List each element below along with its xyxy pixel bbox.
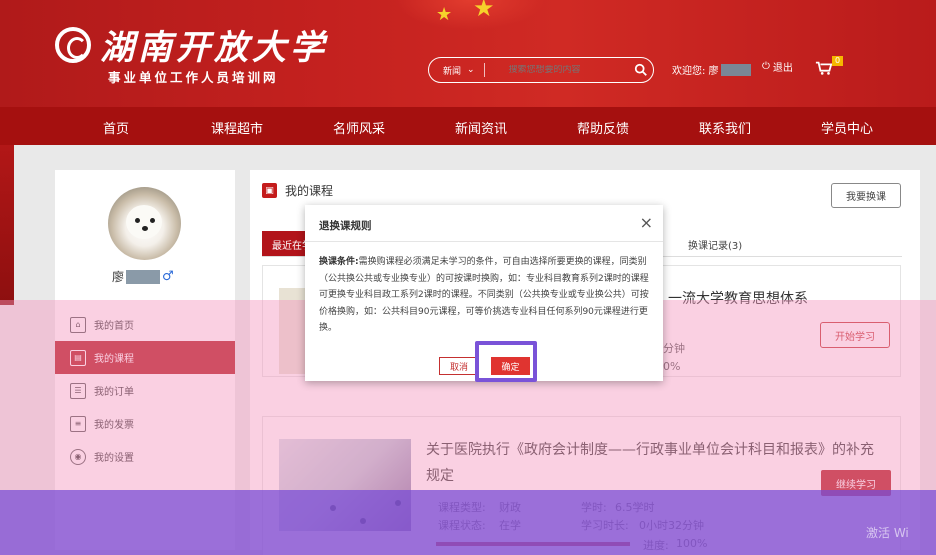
- course-duration: 分钟: [663, 342, 685, 355]
- course-title[interactable]: 一流大学教育思想体系: [668, 286, 808, 312]
- overlay-dot: [330, 505, 336, 511]
- search-category-select[interactable]: 新闻 ⌄: [429, 63, 485, 77]
- chevron-down-icon: ⌄: [467, 65, 475, 75]
- nav-news[interactable]: 新闻资讯: [455, 118, 507, 137]
- sidebar-item-invoices[interactable]: ≡ 我的发票: [55, 407, 235, 440]
- main-nav: 首页 课程超市 名师风采 新闻资讯 帮助反馈 联系我们 学员中心: [0, 107, 936, 145]
- course-hours: 6.5学时: [615, 501, 655, 514]
- cart-icon: [815, 61, 833, 75]
- welcome-text: 欢迎您: 廖: [672, 62, 751, 77]
- logout-label: 退出: [772, 63, 793, 74]
- star-decoration: ★: [436, 4, 453, 25]
- course-type: 财政: [499, 501, 521, 514]
- sidebar-item-label: 我的发票: [94, 420, 134, 431]
- page-title-text: 我的课程: [285, 184, 334, 198]
- avatar-eye: [150, 218, 155, 223]
- nav-student-center[interactable]: 学员中心: [821, 118, 873, 137]
- search-category-label: 新闻: [443, 66, 462, 77]
- dialog-body-text: 需换购课程必须满足未学习的条件，可自由选择所要更换的课程，同类别（公共换公共或专…: [319, 257, 649, 333]
- welcome-label: 欢迎您: 廖: [672, 66, 719, 77]
- course-type-label: 课程类型:: [438, 501, 486, 514]
- course-time: 0小时32分钟: [639, 519, 704, 532]
- overlay-dot: [395, 500, 401, 506]
- progress-bar: [436, 542, 630, 546]
- avatar-eye: [135, 218, 140, 223]
- switch-course-button[interactable]: 我要换课: [831, 183, 901, 208]
- dialog-body: 换课条件:需换购课程必须满足未学习的条件，可自由选择所要更换的课程，同类别（公共…: [319, 254, 649, 337]
- sidebar-item-settings[interactable]: ◉ 我的设置: [55, 440, 235, 473]
- course-progress: 0%: [663, 360, 681, 373]
- course-time-label: 学习时长:: [581, 519, 629, 532]
- sidebar-item-orders[interactable]: ☰ 我的订单: [55, 374, 235, 407]
- tab-switch-record[interactable]: 换课记录(3): [688, 237, 742, 252]
- continue-learning-button[interactable]: 继续学习: [821, 470, 891, 496]
- dialog-divider: [305, 241, 663, 242]
- cart-button[interactable]: 0: [815, 56, 847, 78]
- username-redacted: [720, 63, 751, 76]
- university-emblem-icon[interactable]: [55, 27, 91, 63]
- cancel-button[interactable]: 取消: [439, 357, 479, 375]
- cart-count-badge: 0: [832, 56, 843, 66]
- male-icon: ♂: [162, 269, 174, 284]
- sidebar-menu: ⌂ 我的首页 ▤ 我的课程 ☰ 我的订单 ≡ 我的发票 ◉ 我的设置: [55, 308, 235, 473]
- course-status: 在学: [499, 519, 521, 532]
- course-icon: ▣: [262, 183, 277, 198]
- power-icon: ⏻: [762, 61, 770, 72]
- close-icon[interactable]: ×: [640, 213, 653, 232]
- ribbon-decoration: [0, 145, 14, 305]
- order-icon: ☰: [70, 382, 86, 399]
- site-header: ★ ★ 湖南开放大学 事业单位工作人员培训网 新闻 ⌄ 欢迎您: 廖 ⏻ 退出 …: [0, 0, 936, 107]
- search-bar: 新闻 ⌄: [428, 57, 654, 83]
- start-learning-button[interactable]: 开始学习: [820, 322, 890, 348]
- nav-course-market[interactable]: 课程超市: [211, 118, 263, 137]
- exchange-rules-dialog: 退换课规则 × 换课条件:需换购课程必须满足未学习的条件，可自由选择所要更换的课…: [305, 205, 663, 381]
- avatar-dog-face: [126, 205, 162, 239]
- course-status-label: 课程状态:: [438, 519, 486, 532]
- home-icon: ⌂: [70, 316, 86, 333]
- course-progress: 100%: [676, 537, 708, 550]
- sidebar-item-label: 我的设置: [94, 453, 134, 464]
- username: 廖 ♂: [112, 268, 174, 285]
- site-subtitle: 事业单位工作人员培训网: [108, 70, 279, 85]
- overlay-dot: [360, 518, 366, 524]
- progress-fill: [436, 542, 630, 546]
- sidebar-item-courses[interactable]: ▤ 我的课程: [55, 341, 235, 374]
- star-decoration: ★: [473, 0, 495, 22]
- username-redacted: [126, 269, 161, 284]
- search-input[interactable]: [484, 65, 629, 75]
- confirm-button[interactable]: 确定: [491, 357, 530, 375]
- logout-button[interactable]: ⏻ 退出: [762, 59, 793, 74]
- course-icon: ▤: [70, 349, 86, 366]
- nav-home[interactable]: 首页: [103, 118, 129, 137]
- dialog-title: 退换课规则: [319, 220, 372, 232]
- course-card: 关于医院执行《政府会计制度——行政事业单位会计科目和报表》的补充规定 课程类型:…: [262, 416, 901, 555]
- nav-contact[interactable]: 联系我们: [699, 118, 751, 137]
- avatar[interactable]: [108, 187, 181, 260]
- search-icon[interactable]: [629, 57, 654, 83]
- dialog-body-label: 换课条件:: [319, 257, 359, 267]
- site-title[interactable]: 湖南开放大学: [100, 20, 328, 69]
- sidebar-item-label: 我的课程: [94, 354, 134, 365]
- course-thumbnail[interactable]: [279, 439, 411, 531]
- course-hours-label: 学时:: [581, 501, 607, 514]
- settings-icon: ◉: [70, 448, 86, 465]
- nav-help[interactable]: 帮助反馈: [577, 118, 629, 137]
- course-title[interactable]: 关于医院执行《政府会计制度——行政事业单位会计科目和报表》的补充规定: [426, 437, 876, 489]
- invoice-icon: ≡: [70, 415, 86, 432]
- course-progress-label: 进度:: [643, 539, 669, 552]
- username-text: 廖: [112, 270, 125, 284]
- sidebar-item-label: 我的订单: [94, 387, 134, 398]
- activation-watermark: 激活 Wi: [866, 526, 909, 540]
- nav-teachers[interactable]: 名师风采: [333, 118, 385, 137]
- page-title: ▣ 我的课程: [262, 182, 333, 199]
- user-sidebar: 廖 ♂ ⌂ 我的首页 ▤ 我的课程 ☰ 我的订单 ≡ 我的发票 ◉ 我的设置: [55, 170, 235, 550]
- sidebar-item-label: 我的首页: [94, 321, 134, 332]
- sidebar-item-home[interactable]: ⌂ 我的首页: [55, 308, 235, 341]
- avatar-nose: [142, 226, 148, 231]
- flag-decoration: [395, 0, 545, 30]
